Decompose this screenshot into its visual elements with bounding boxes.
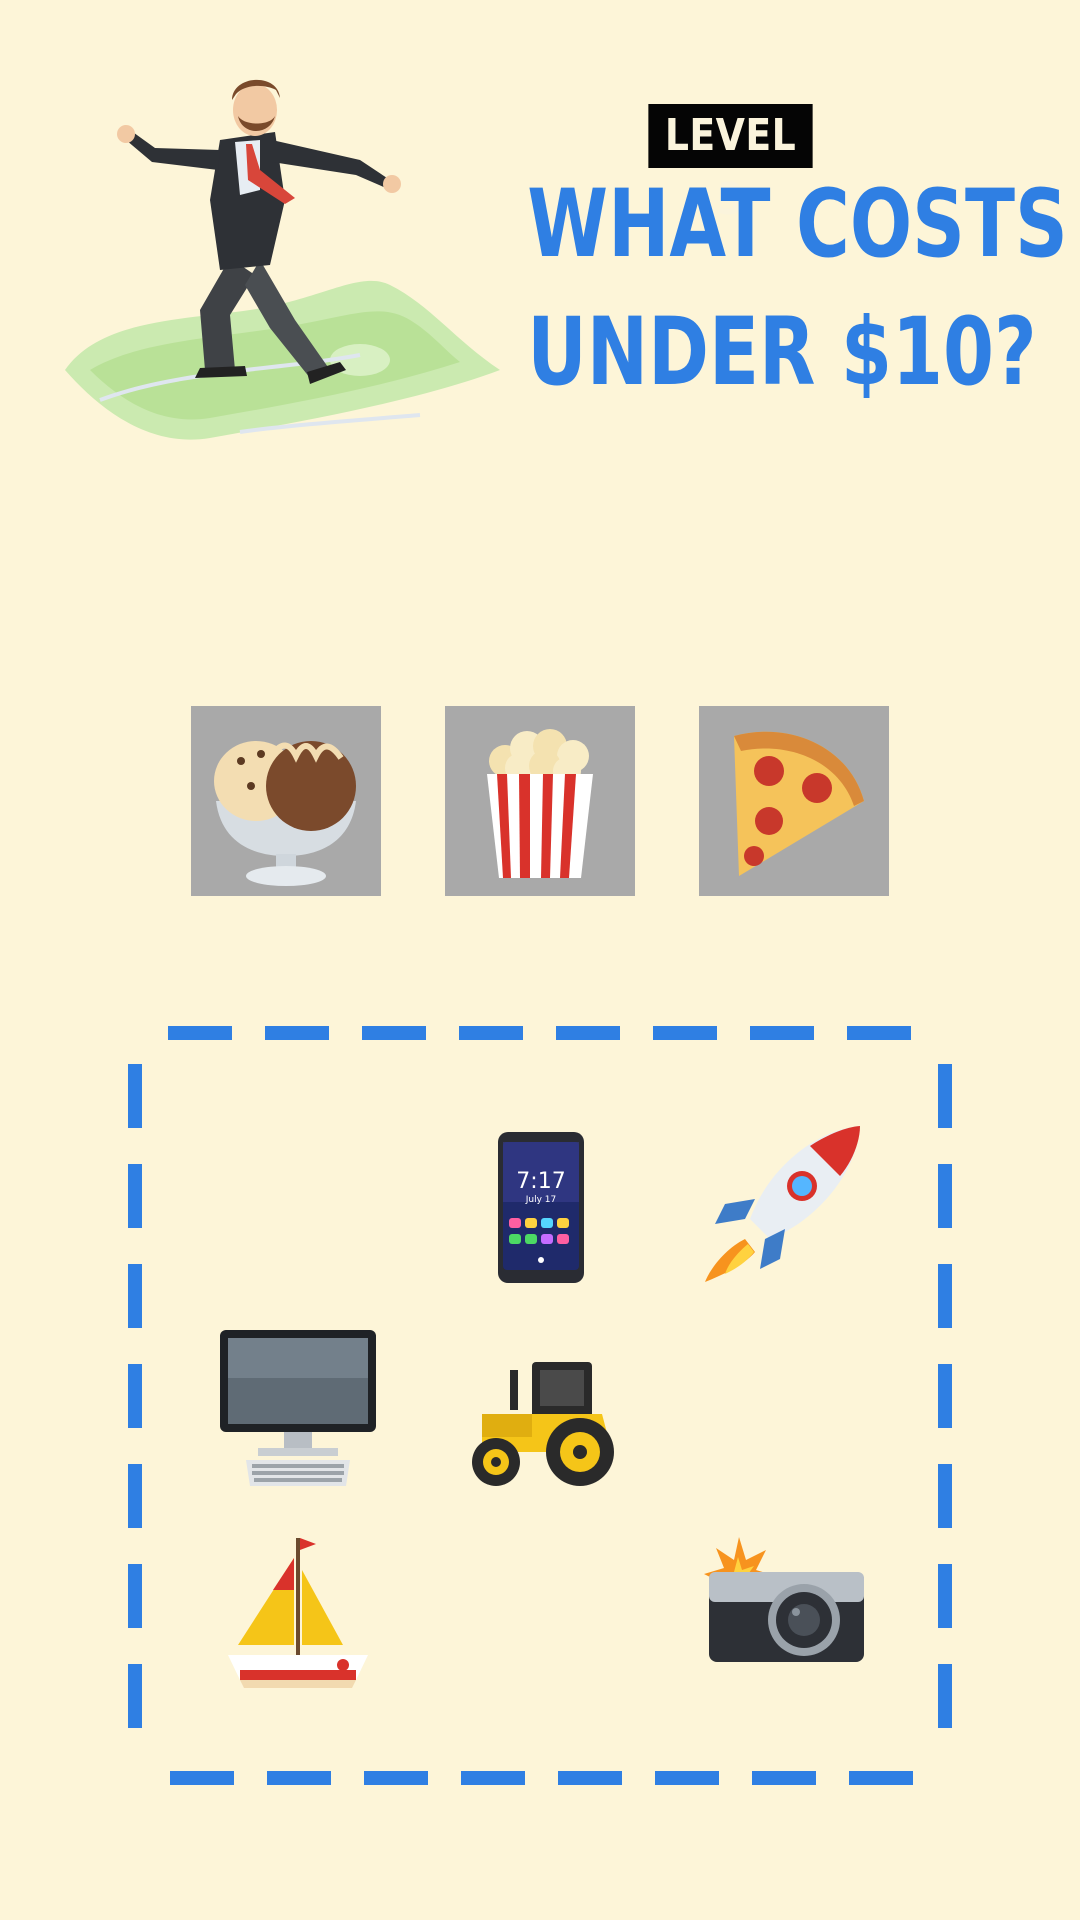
question-title-line-1: WHAT COSTS	[527, 170, 1068, 279]
rocket-item[interactable]	[700, 1124, 870, 1284]
tractor-item[interactable]	[462, 1352, 624, 1490]
level-badge: LEVEL 3	[648, 104, 813, 225]
pizza-slice-icon	[699, 706, 889, 896]
phone-screen-date: July 17	[525, 1195, 557, 1205]
question-title-line-2: UNDER $10?	[527, 298, 1037, 407]
rocket-icon	[705, 1126, 860, 1282]
ice-cream-sundae-icon	[191, 706, 381, 896]
phone-screen-time: 7:17	[516, 1169, 565, 1194]
desktop-computer-icon	[220, 1330, 376, 1486]
businessman-surfing-dollar-bill-icon	[60, 70, 510, 460]
smartphone-item[interactable]: 7:17 July 17	[496, 1130, 586, 1285]
smartphone-icon: 7:17 July 17	[498, 1132, 584, 1283]
answer-slot-3[interactable]	[699, 706, 889, 896]
camera-item[interactable]	[704, 1532, 869, 1667]
sailboat-item[interactable]	[218, 1530, 378, 1695]
answer-slot-1[interactable]	[191, 706, 381, 896]
desktop-computer-item[interactable]	[218, 1328, 378, 1488]
popcorn-icon	[445, 706, 635, 896]
camera-icon	[704, 1537, 864, 1662]
answer-slot-2[interactable]	[445, 706, 635, 896]
sailboat-icon	[228, 1538, 368, 1688]
tractor-icon	[472, 1362, 614, 1486]
game-stage: LEVEL 3 WHAT COSTS UNDER $10? 7:17 July …	[0, 0, 1080, 1920]
